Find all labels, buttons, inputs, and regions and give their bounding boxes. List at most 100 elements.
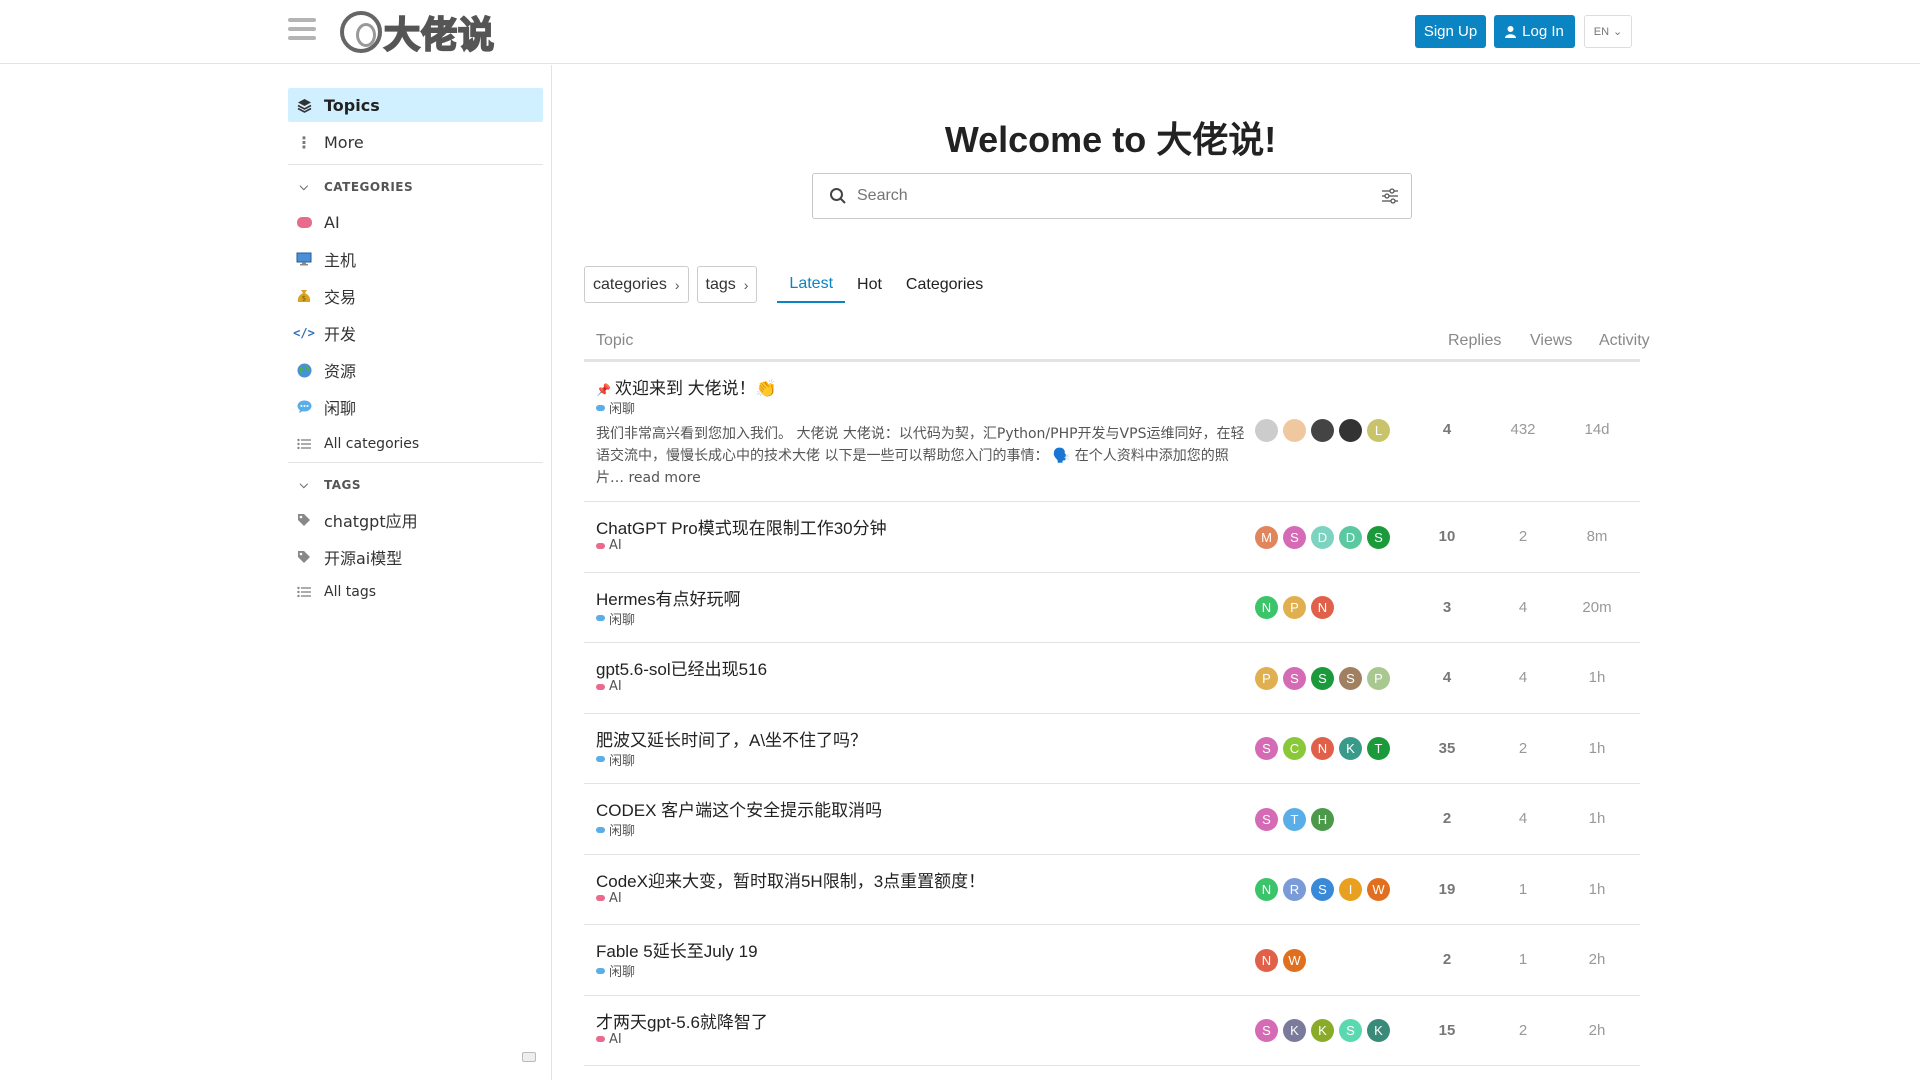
topic-category-badge[interactable]: 闲聊 bbox=[596, 750, 635, 769]
avatar[interactable]: K bbox=[1339, 737, 1362, 761]
avatar[interactable]: R bbox=[1283, 878, 1306, 902]
column-replies[interactable]: Replies bbox=[1448, 332, 1501, 350]
topic-category-badge[interactable]: 闲聊 bbox=[596, 398, 635, 417]
avatar[interactable]: W bbox=[1367, 878, 1390, 902]
avatar[interactable]: I bbox=[1339, 878, 1362, 902]
log-in-button[interactable]: Log In bbox=[1494, 15, 1575, 48]
avatar[interactable]: S bbox=[1367, 525, 1390, 549]
search-input[interactable] bbox=[857, 187, 1381, 205]
language-selector[interactable]: EN ⌄ bbox=[1584, 15, 1632, 48]
topic-category-badge[interactable]: AI bbox=[596, 891, 622, 906]
topic-title[interactable]: Hermes有点好玩啊 bbox=[596, 585, 741, 610]
sign-up-button[interactable]: Sign Up bbox=[1415, 15, 1486, 48]
read-more-link[interactable]: read more bbox=[628, 470, 700, 486]
site-logo[interactable]: 大佬说 bbox=[340, 8, 495, 57]
avatar[interactable]: K bbox=[1367, 1019, 1390, 1043]
column-topic[interactable]: Topic bbox=[596, 332, 633, 350]
search-box[interactable] bbox=[812, 173, 1412, 219]
tags-dropdown[interactable]: tags › bbox=[696, 266, 758, 303]
sidebar-item-all-tags[interactable]: All tags bbox=[288, 575, 543, 609]
avatar[interactable] bbox=[1255, 419, 1278, 442]
topic-category-badge[interactable]: AI bbox=[596, 679, 622, 694]
avatar[interactable]: N bbox=[1311, 737, 1334, 761]
sidebar-item-host[interactable]: 主机 bbox=[288, 242, 543, 276]
avatar[interactable]: D bbox=[1339, 525, 1362, 549]
avatar[interactable]: L bbox=[1367, 419, 1390, 442]
topic-row[interactable]: 才两天gpt-5.6就降智了 AI S K K S K 15 2 2h bbox=[584, 996, 1640, 1066]
column-activity[interactable]: Activity bbox=[1599, 332, 1650, 350]
avatar[interactable]: S bbox=[1283, 525, 1306, 549]
avatar[interactable]: T bbox=[1283, 807, 1306, 831]
sidebar-item-tag-chatgpt[interactable]: chatgpt应用 bbox=[288, 503, 543, 537]
sidebar-item-ai[interactable]: AI bbox=[288, 205, 543, 239]
topic-row[interactable]: Hermes有点好玩啊 闲聊 N P N 3 4 20m bbox=[584, 573, 1640, 643]
categories-heading[interactable]: ⌵ CATEGORIES bbox=[288, 172, 543, 202]
keyboard-shortcuts-icon[interactable] bbox=[522, 1052, 536, 1062]
avatar[interactable] bbox=[1339, 419, 1362, 442]
column-views[interactable]: Views bbox=[1530, 332, 1572, 350]
avatar[interactable]: P bbox=[1367, 666, 1390, 690]
sidebar-item-topics[interactable]: Topics bbox=[288, 88, 543, 122]
topic-activity[interactable]: 20m bbox=[1565, 599, 1629, 616]
avatar[interactable]: S bbox=[1311, 666, 1334, 690]
avatar[interactable]: S bbox=[1283, 666, 1306, 690]
topic-row[interactable]: 肥波又延长时间了，A\坐不住了吗？ 闲聊 S C N K T 35 2 1h bbox=[584, 714, 1640, 784]
topic-activity[interactable]: 1h bbox=[1565, 740, 1629, 757]
avatar[interactable]: K bbox=[1311, 1019, 1334, 1043]
topic-row[interactable]: CODEX 客户端这个安全提示能取消吗 闲聊 S T H 2 4 1h bbox=[584, 784, 1640, 855]
tab-categories[interactable]: Categories bbox=[894, 266, 995, 303]
tab-latest[interactable]: Latest bbox=[777, 266, 846, 303]
avatar[interactable]: S bbox=[1339, 1019, 1362, 1043]
avatar[interactable]: N bbox=[1255, 596, 1278, 620]
topic-row[interactable]: CodeX迎来大变，暂时取消5H限制，3点重置额度！ AI N R S I W 19 1 1h bbox=[584, 855, 1640, 925]
sidebar-item-resources[interactable]: 资源 bbox=[288, 353, 543, 387]
topic-category-badge[interactable]: AI bbox=[596, 538, 622, 553]
avatar[interactable]: N bbox=[1255, 878, 1278, 902]
sidebar-item-chat[interactable]: 闲聊 bbox=[288, 390, 543, 424]
topic-row[interactable]: ChatGPT Pro模式现在限制工作30分钟 AI M S D D S 10 2 8m bbox=[584, 502, 1640, 573]
avatar[interactable]: S bbox=[1339, 666, 1362, 690]
avatar[interactable]: P bbox=[1283, 596, 1306, 620]
sidebar-item-more[interactable]: ⋮ More bbox=[288, 125, 543, 159]
topic-activity[interactable]: 1h bbox=[1565, 810, 1629, 827]
avatar[interactable]: N bbox=[1311, 596, 1334, 620]
avatar[interactable]: W bbox=[1283, 948, 1306, 972]
sidebar-item-dev[interactable]: </> 开发 bbox=[288, 316, 543, 350]
topic-title[interactable]: gpt5.6-sol已经出现516 bbox=[596, 655, 767, 680]
topic-title[interactable]: 才两天gpt-5.6就降智了 bbox=[596, 1008, 768, 1033]
avatar[interactable]: H bbox=[1311, 807, 1334, 831]
topic-activity[interactable]: 8m bbox=[1565, 528, 1629, 545]
topic-title[interactable]: Fable 5延长至July 19 bbox=[596, 937, 758, 962]
avatar[interactable]: C bbox=[1283, 737, 1306, 761]
topic-category-badge[interactable]: AI bbox=[596, 1032, 622, 1047]
avatar[interactable] bbox=[1311, 419, 1334, 442]
hamburger-menu-icon[interactable] bbox=[288, 18, 316, 44]
topic-activity[interactable]: 2h bbox=[1565, 951, 1629, 968]
sidebar-item-all-categories[interactable]: All categories bbox=[288, 427, 543, 461]
topic-row[interactable]: gpt5.6-sol已经出现516 AI P S S S P 4 4 1h bbox=[584, 643, 1640, 714]
sliders-icon[interactable] bbox=[1381, 188, 1399, 204]
sidebar-item-trade[interactable]: $ 交易 bbox=[288, 279, 543, 313]
topic-activity[interactable]: 1h bbox=[1565, 881, 1629, 898]
avatar[interactable]: D bbox=[1311, 525, 1334, 549]
tab-hot[interactable]: Hot bbox=[845, 266, 894, 303]
avatar[interactable]: S bbox=[1255, 1019, 1278, 1043]
topic-activity[interactable]: 14d bbox=[1565, 421, 1629, 438]
avatar[interactable]: K bbox=[1283, 1019, 1306, 1043]
topic-row[interactable]: 📌 欢迎来到 大佬说！👏 闲聊 我们非常高兴看到您加入我们。 大佬说 大佬说：以代码为… bbox=[584, 362, 1640, 502]
tags-heading[interactable]: ⌵ TAGS bbox=[288, 470, 543, 500]
avatar[interactable]: S bbox=[1311, 878, 1334, 902]
avatar[interactable]: N bbox=[1255, 948, 1278, 972]
avatar[interactable]: M bbox=[1255, 525, 1278, 549]
avatar[interactable]: P bbox=[1255, 666, 1278, 690]
topic-title[interactable]: 肥波又延长时间了，A\坐不住了吗？ bbox=[596, 726, 867, 751]
avatar[interactable] bbox=[1283, 419, 1306, 442]
topic-category-badge[interactable]: 闲聊 bbox=[596, 961, 635, 980]
topic-title[interactable]: ChatGPT Pro模式现在限制工作30分钟 bbox=[596, 514, 887, 539]
topic-category-badge[interactable]: 闲聊 bbox=[596, 609, 635, 628]
categories-dropdown[interactable]: categories › bbox=[584, 266, 689, 303]
topic-title[interactable]: CODEX 客户端这个安全提示能取消吗 bbox=[596, 796, 882, 821]
avatar[interactable]: S bbox=[1255, 737, 1278, 761]
topic-title[interactable]: 📌 欢迎来到 大佬说！👏 bbox=[596, 374, 777, 399]
avatar[interactable]: T bbox=[1367, 737, 1390, 761]
